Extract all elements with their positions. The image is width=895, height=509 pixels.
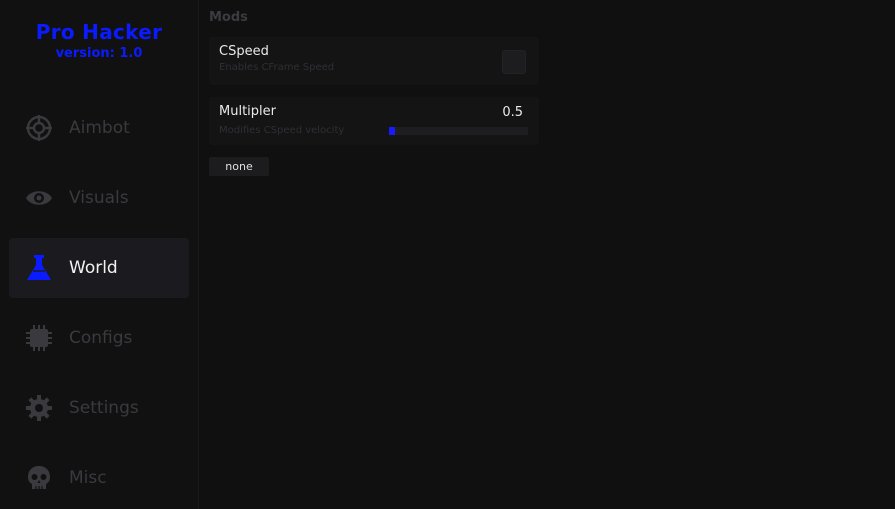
cspeed-checkbox[interactable]: [502, 50, 526, 74]
chip-icon: [25, 324, 53, 352]
slider-title: Multipler: [219, 104, 276, 119]
sidebar: Pro Hacker version: 1.0 Aimbot Visuals W…: [0, 0, 199, 509]
multipler-slider[interactable]: [389, 127, 528, 135]
brand: Pro Hacker version: 1.0: [0, 0, 198, 63]
mode-dropdown[interactable]: none: [209, 157, 269, 176]
sidebar-item-configs[interactable]: Configs: [9, 308, 189, 368]
flask-icon: [25, 254, 53, 282]
sidebar-item-visuals[interactable]: Visuals: [9, 168, 189, 228]
main-panel: Mods CSpeed Enables CFrame Speed Multipl…: [200, 0, 895, 509]
gear-icon: [25, 394, 53, 422]
sidebar-item-world[interactable]: World: [9, 238, 189, 298]
sidebar-item-label: Aimbot: [69, 118, 130, 138]
brand-title: Pro Hacker: [35, 20, 163, 44]
slider-fill: [389, 127, 395, 135]
toggle-description: Enables CFrame Speed: [219, 62, 335, 73]
brand-version: version: 1.0: [55, 46, 143, 61]
crosshair-icon: [25, 114, 53, 142]
toggle-title: CSpeed: [219, 44, 269, 59]
slider-value: 0.5: [502, 105, 523, 120]
multipler-slider-card: Multipler Modifies CSpeed velocity 0.5: [209, 97, 539, 145]
sidebar-item-label: Misc: [69, 468, 107, 488]
sidebar-item-label: Visuals: [69, 188, 129, 208]
eye-icon: [25, 184, 53, 212]
section-title: Mods: [209, 10, 248, 25]
cspeed-toggle-card[interactable]: CSpeed Enables CFrame Speed: [209, 37, 539, 85]
sidebar-item-label: Settings: [69, 398, 139, 418]
sidebar-item-misc[interactable]: Misc: [9, 448, 189, 508]
sidebar-item-label: Configs: [69, 328, 133, 348]
app-window: Pro Hacker version: 1.0 Aimbot Visuals W…: [0, 0, 895, 509]
sidebar-item-label: World: [69, 258, 118, 278]
skull-icon: [25, 464, 53, 492]
sidebar-item-aimbot[interactable]: Aimbot: [9, 98, 189, 158]
sidebar-item-settings[interactable]: Settings: [9, 378, 189, 438]
slider-description: Modifies CSpeed velocity: [219, 125, 345, 136]
